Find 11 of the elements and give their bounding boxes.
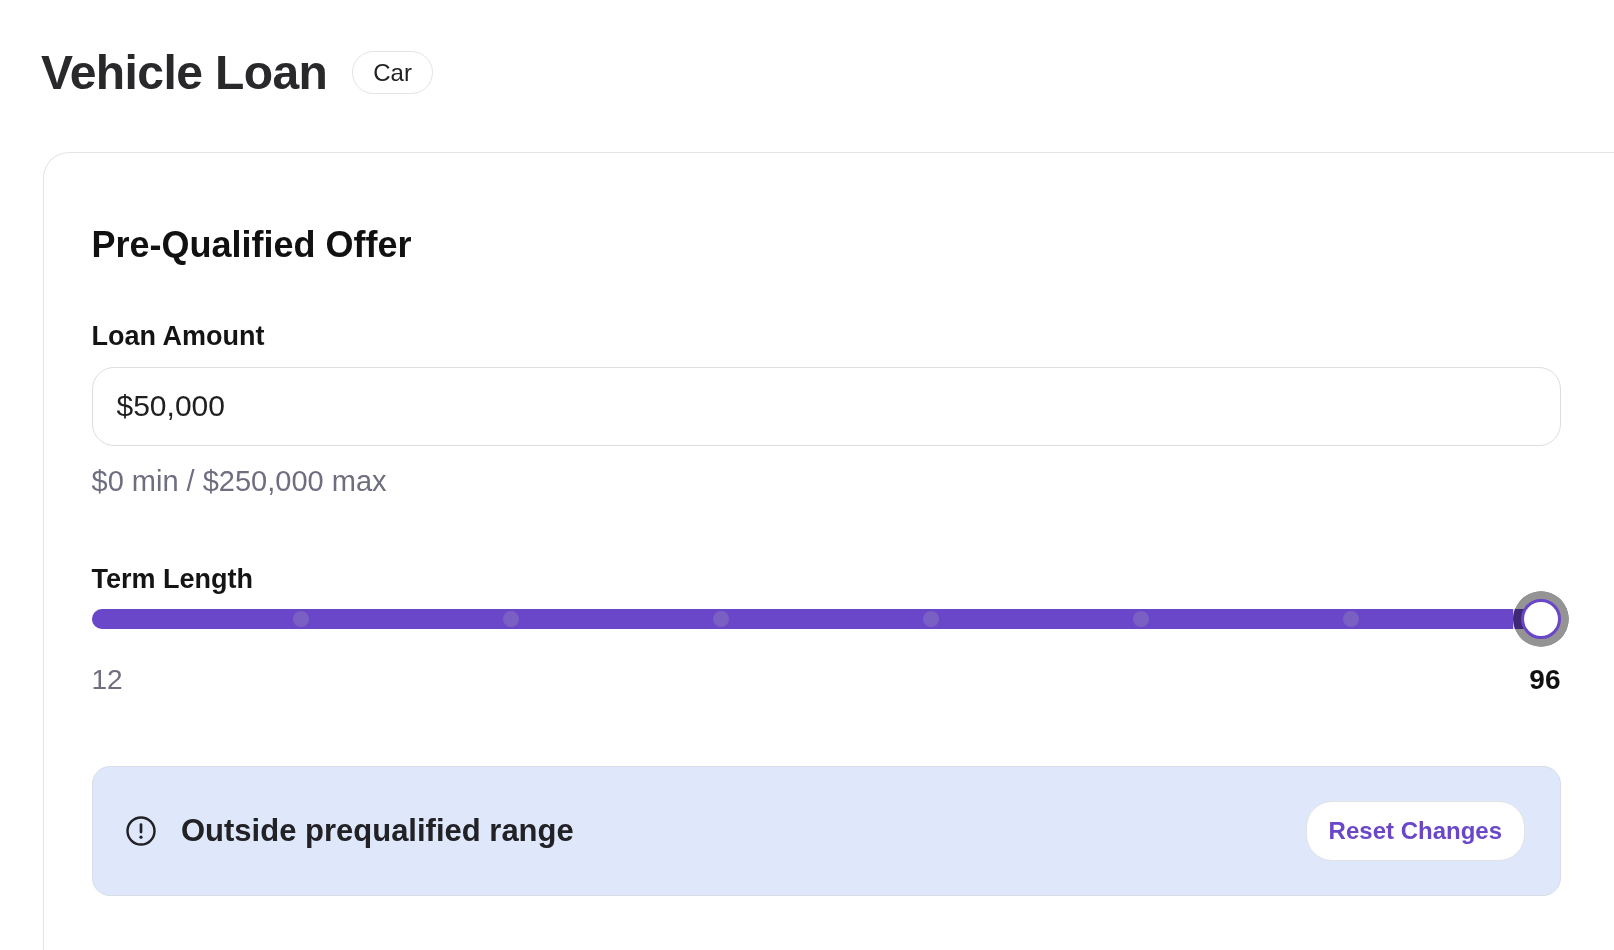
exclamation-circle-icon <box>126 815 156 846</box>
section-title: Pre-Qualified Offer <box>91 223 413 267</box>
reset-changes-button[interactable]: Reset Changes <box>1305 800 1525 861</box>
field-label: Term Length <box>91 562 254 595</box>
field-label: Loan Amount <box>91 319 266 352</box>
hint-text: $0 min / $250,000 max <box>91 463 388 498</box>
selected-value-label: 96 <box>1529 663 1561 697</box>
page-title: Vehicle Loan <box>41 44 328 101</box>
min-value-label: 12 <box>91 663 123 697</box>
amount-input[interactable]: $50,000 <box>91 366 1561 446</box>
alert-message: Outside prequalified range <box>181 811 574 850</box>
